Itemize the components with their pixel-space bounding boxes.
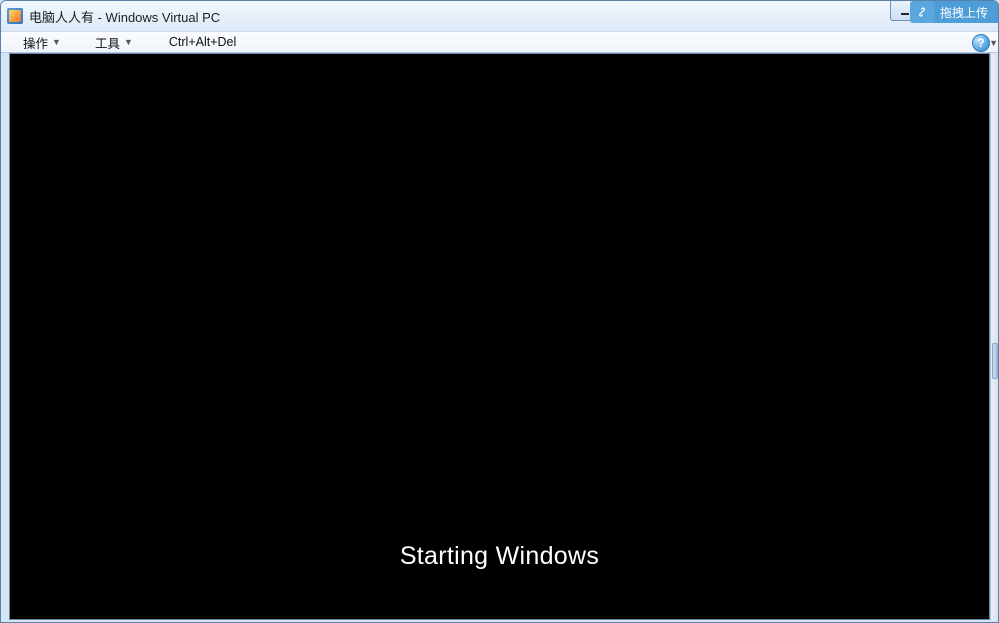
upload-overlay-label: 拖拽上传 <box>934 4 998 21</box>
menubar: 操作 ▼ 工具 ▼ Ctrl+Alt+Del ? ▼ <box>1 31 998 53</box>
vertical-scrollbar[interactable] <box>990 53 999 620</box>
boot-status-text: Starting Windows <box>400 542 599 571</box>
chevron-down-icon: ▼ <box>124 37 133 47</box>
chevron-down-icon: ▼ <box>989 38 998 48</box>
menu-cad-label: Ctrl+Alt+Del <box>169 35 236 49</box>
scrollbar-thumb[interactable] <box>992 343 998 379</box>
menu-ctrl-alt-del[interactable]: Ctrl+Alt+Del <box>159 32 246 52</box>
chevron-down-icon: ▼ <box>52 37 61 47</box>
window-title: 电脑人人有 - Windows Virtual PC <box>29 7 220 26</box>
app-icon <box>7 8 23 24</box>
menu-action-label: 操作 <box>23 33 48 52</box>
vm-host-window: 电脑人人有 - Windows Virtual PC 操作 ▼ 工具 ▼ Ctr… <box>0 0 999 623</box>
help-button[interactable]: ? <box>972 34 990 52</box>
titlebar[interactable]: 电脑人人有 - Windows Virtual PC <box>1 1 998 31</box>
upload-overlay-badge[interactable]: 拖拽上传 <box>910 1 998 23</box>
menu-tools-label: 工具 <box>95 33 120 52</box>
menu-action[interactable]: 操作 ▼ <box>15 32 69 52</box>
menu-tools[interactable]: 工具 ▼ <box>87 32 141 52</box>
guest-screen[interactable]: Starting Windows <box>10 54 989 619</box>
help-icon: ? <box>977 36 984 50</box>
link-icon <box>910 1 934 23</box>
client-area: Starting Windows <box>9 53 990 620</box>
